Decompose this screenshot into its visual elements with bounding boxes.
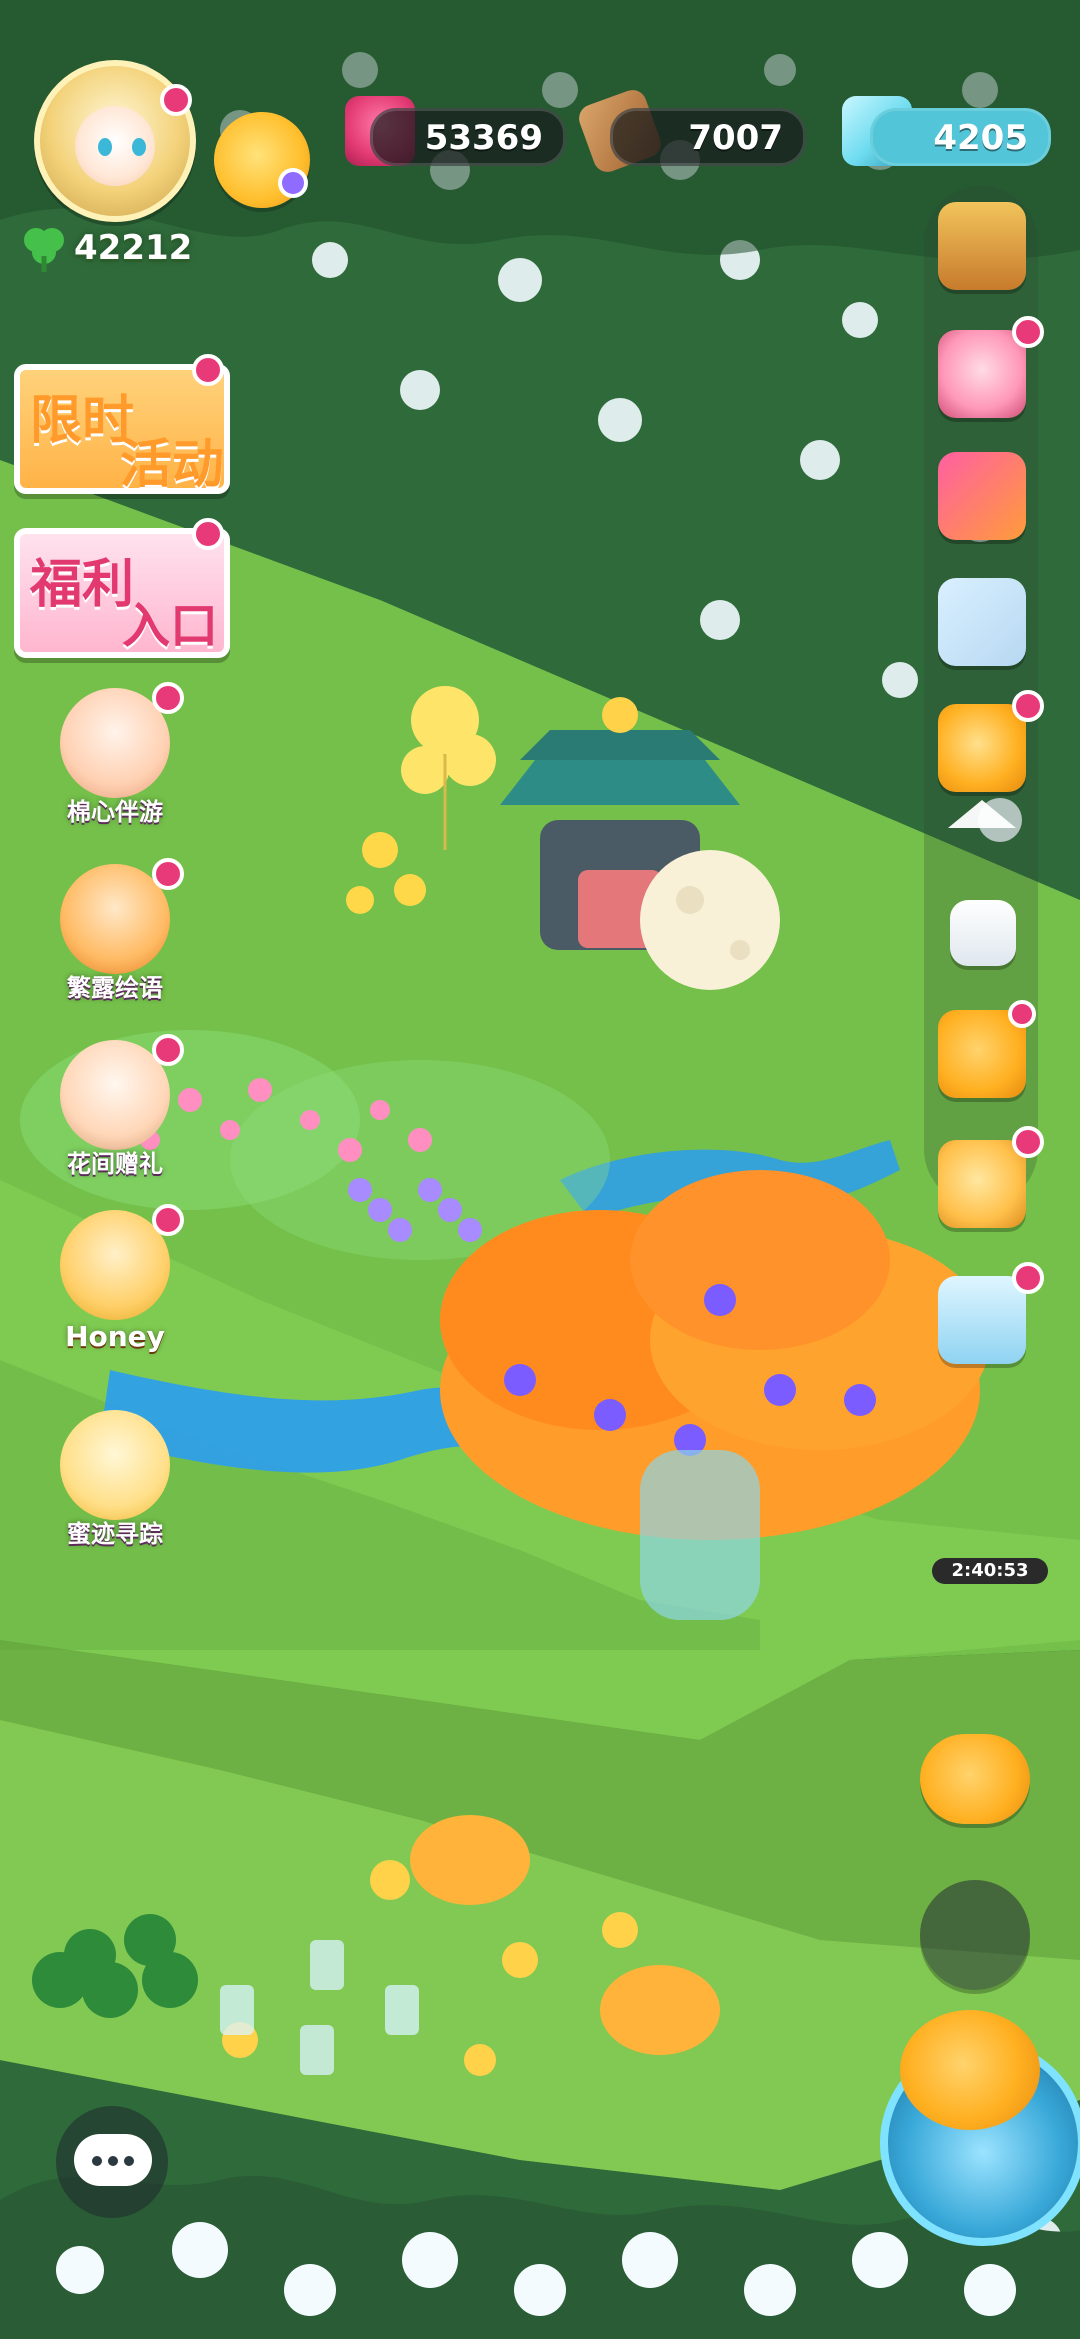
phone-dot xyxy=(1008,1000,1036,1028)
chat-bubble-icon xyxy=(74,2134,152,2186)
player-level: 42212 xyxy=(74,228,193,268)
clover-icon xyxy=(24,228,64,272)
chat-dot-3 xyxy=(124,2156,134,2166)
left-event-item-0[interactable]: 棉心伴游 xyxy=(40,682,190,828)
camera-icon[interactable] xyxy=(950,900,1016,966)
gem-counter[interactable]: 4205 xyxy=(870,108,1051,166)
left-event-item-2[interactable]: 花间赠礼 xyxy=(40,1034,190,1180)
left-event-item-3[interactable]: Honey xyxy=(40,1204,190,1353)
winged-duck-icon xyxy=(900,2010,1040,2130)
jam-counter[interactable]: 53369 xyxy=(370,108,566,166)
event-timer: 2:40:53 xyxy=(932,1558,1048,1584)
limited-event-button[interactable]: 限时 活动 xyxy=(14,354,230,495)
survey-icon[interactable] xyxy=(920,1880,1030,1990)
duck-shop-dot xyxy=(1012,690,1044,722)
avatar-eye-right xyxy=(132,138,146,156)
left-item-3-label: Honey xyxy=(65,1320,165,1353)
limited-event-line1: 限时 xyxy=(30,390,135,451)
duck-shop-icon[interactable] xyxy=(938,690,1044,792)
limited-event-line2: 活动 xyxy=(120,434,225,495)
wood-value: 7007 xyxy=(688,118,783,158)
left-item-1-label: 繁露绘语 xyxy=(67,974,163,1002)
chat-dot-1 xyxy=(92,2156,102,2166)
left-event-item-4[interactable]: 蜜迹寻踪 xyxy=(40,1410,190,1550)
wood-counter[interactable]: 7007 xyxy=(610,108,806,166)
tv-dot xyxy=(1012,1262,1044,1294)
book-icon[interactable] xyxy=(938,452,1026,540)
left-item-3-dot xyxy=(152,1204,184,1236)
bread-icon[interactable] xyxy=(938,1126,1044,1228)
jam-value: 53369 xyxy=(424,118,543,158)
bread-dot xyxy=(1012,1126,1044,1158)
treasure-chest-icon[interactable] xyxy=(938,202,1026,290)
left-item-0-label: 棉心伴游 xyxy=(67,798,163,826)
gem-value: 4205 xyxy=(933,118,1028,158)
player-avatar[interactable] xyxy=(34,60,196,222)
welfare-line2: 入口 xyxy=(122,598,219,654)
bear-plush-icon[interactable] xyxy=(938,316,1044,418)
collapse-arrow-icon[interactable] xyxy=(948,800,1016,828)
phone-icon[interactable] xyxy=(938,1000,1036,1098)
bear-plush-dot xyxy=(1012,316,1044,348)
chat-dot-2 xyxy=(108,2156,118,2166)
avatar-eye-left xyxy=(98,138,112,156)
left-item-2-label: 花间赠礼 xyxy=(67,1150,163,1178)
game-controller-icon[interactable] xyxy=(938,578,1026,666)
announcement-horn-icon[interactable] xyxy=(214,112,310,208)
left-item-4-label: 蜜迹寻踪 xyxy=(67,1520,163,1548)
left-item-0-dot xyxy=(152,682,184,714)
avatar-notification-dot xyxy=(160,84,192,116)
tv-icon[interactable] xyxy=(938,1262,1044,1364)
duck-couple-icon[interactable] xyxy=(920,1734,1030,1824)
left-item-1-dot xyxy=(152,858,184,890)
left-item-2-dot xyxy=(152,1034,184,1066)
welfare-dot xyxy=(192,518,224,550)
big-moon xyxy=(640,850,780,990)
limited-event-dot xyxy=(192,354,224,386)
welfare-entry-button[interactable]: 福利 入口 xyxy=(14,518,230,658)
left-event-item-1[interactable]: 繁露绘语 xyxy=(40,858,190,1004)
welfare-line1: 福利 xyxy=(30,554,135,615)
horn-badge xyxy=(278,168,308,198)
honey-search-icon xyxy=(60,1410,170,1520)
